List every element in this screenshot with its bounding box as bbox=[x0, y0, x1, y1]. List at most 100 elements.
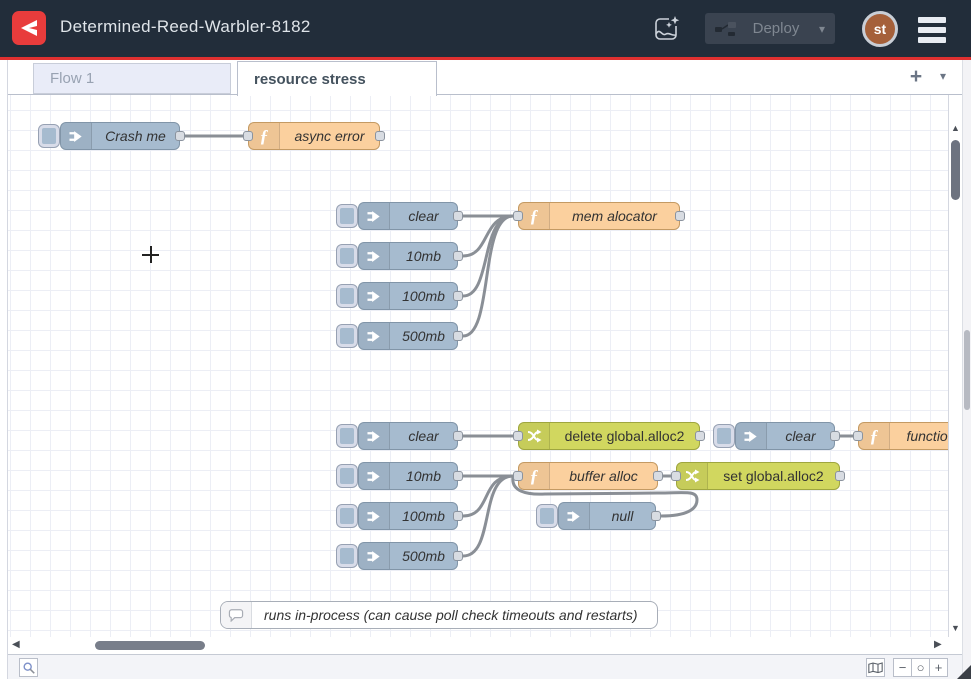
browser-scrollbar[interactable] bbox=[962, 60, 971, 679]
function-icon: ƒ bbox=[249, 123, 280, 149]
scroll-left-icon[interactable]: ◀ bbox=[12, 639, 20, 650]
input-port[interactable] bbox=[671, 471, 681, 481]
node-change-set-global-alloc2[interactable]: set global.alloc2 bbox=[676, 462, 840, 490]
node-label: mem alocator bbox=[550, 203, 679, 229]
zoom-out-button[interactable]: − bbox=[893, 658, 912, 677]
node-inject-clear[interactable]: clear bbox=[358, 422, 458, 450]
node-label: set global.alloc2 bbox=[708, 463, 839, 489]
comment-label: runs in-process (can cause poll check ti… bbox=[252, 602, 650, 628]
tab-resource-stress[interactable]: resource stress bbox=[237, 61, 437, 96]
input-port[interactable] bbox=[513, 431, 523, 441]
node-label: clear bbox=[390, 423, 457, 449]
flowfuse-logo[interactable] bbox=[12, 11, 46, 45]
browser-scroll-thumb[interactable] bbox=[964, 330, 970, 410]
zoom-reset-button[interactable]: ○ bbox=[911, 658, 930, 677]
function-icon: ƒ bbox=[519, 463, 550, 489]
output-port[interactable] bbox=[675, 211, 685, 221]
output-port[interactable] bbox=[453, 211, 463, 221]
deploy-button[interactable]: Deploy ▾ bbox=[705, 13, 835, 44]
node-label: 100mb bbox=[390, 283, 457, 309]
node-label: 10mb bbox=[390, 243, 457, 269]
node-inject-500mb[interactable]: 500mb bbox=[358, 322, 458, 350]
deploy-label: Deploy bbox=[737, 20, 815, 37]
node-change-delete-global-alloc2[interactable]: delete global.alloc2 bbox=[518, 422, 700, 450]
output-port[interactable] bbox=[695, 431, 705, 441]
node-function-mem-alocator[interactable]: ƒ mem alocator bbox=[518, 202, 680, 230]
search-button[interactable] bbox=[19, 658, 38, 677]
output-port[interactable] bbox=[453, 291, 463, 301]
zoom-in-button[interactable]: + bbox=[929, 658, 948, 677]
user-avatar[interactable]: st bbox=[862, 11, 898, 47]
inject-trigger-button[interactable] bbox=[337, 205, 357, 227]
inject-trigger-button[interactable] bbox=[337, 245, 357, 267]
output-port[interactable] bbox=[453, 431, 463, 441]
node-inject-100mb[interactable]: 100mb bbox=[358, 502, 458, 530]
node-function-clipped[interactable]: ƒ function bbox=[858, 422, 948, 450]
deploy-nodes-icon bbox=[715, 21, 737, 37]
scroll-down-icon[interactable]: ▼ bbox=[949, 623, 962, 633]
tab-flow-1[interactable]: Flow 1 bbox=[33, 63, 231, 94]
main-menu-icon[interactable] bbox=[918, 17, 946, 47]
ai-assistant-icon[interactable] bbox=[650, 13, 682, 45]
node-inject-clear[interactable]: clear bbox=[735, 422, 835, 450]
node-inject-null[interactable]: null bbox=[558, 502, 656, 530]
search-icon bbox=[22, 661, 36, 675]
output-port[interactable] bbox=[835, 471, 845, 481]
left-edge-strip bbox=[0, 60, 8, 679]
output-port[interactable] bbox=[653, 471, 663, 481]
node-inject-crash-me[interactable]: Crash me bbox=[60, 122, 180, 150]
scroll-up-icon[interactable]: ▲ bbox=[949, 123, 962, 133]
input-port[interactable] bbox=[513, 211, 523, 221]
node-label: Crash me bbox=[92, 123, 179, 149]
output-port[interactable] bbox=[453, 471, 463, 481]
output-port[interactable] bbox=[651, 511, 661, 521]
output-port[interactable] bbox=[453, 251, 463, 261]
node-inject-10mb[interactable]: 10mb bbox=[358, 242, 458, 270]
inject-trigger-button[interactable] bbox=[337, 545, 357, 567]
workspace-canvas[interactable]: Crash me ƒ async error clear 10mb 100mb … bbox=[8, 95, 948, 637]
output-port[interactable] bbox=[453, 511, 463, 521]
deploy-caret-icon[interactable]: ▾ bbox=[819, 22, 825, 36]
change-icon bbox=[519, 423, 550, 449]
node-label: 500mb bbox=[390, 323, 457, 349]
input-port[interactable] bbox=[853, 431, 863, 441]
node-label: buffer alloc bbox=[550, 463, 657, 489]
inject-trigger-button[interactable] bbox=[537, 505, 557, 527]
inject-trigger-button[interactable] bbox=[337, 505, 357, 527]
inject-icon bbox=[359, 243, 390, 269]
node-inject-500mb[interactable]: 500mb bbox=[358, 542, 458, 570]
vertical-scrollbar[interactable]: ▲ ▼ bbox=[948, 95, 962, 637]
comment-bubble-icon bbox=[221, 602, 252, 628]
output-port[interactable] bbox=[453, 331, 463, 341]
scroll-right-icon[interactable]: ▶ bbox=[934, 639, 942, 650]
footer-toolbar: − ○ + bbox=[8, 654, 962, 679]
cursor-crosshair bbox=[142, 246, 159, 263]
inject-trigger-button[interactable] bbox=[337, 465, 357, 487]
resize-corner bbox=[957, 665, 971, 679]
output-port[interactable] bbox=[375, 131, 385, 141]
input-port[interactable] bbox=[243, 131, 253, 141]
node-function-async-error[interactable]: ƒ async error bbox=[248, 122, 380, 150]
output-port[interactable] bbox=[453, 551, 463, 561]
node-inject-10mb[interactable]: 10mb bbox=[358, 462, 458, 490]
horizontal-scroll-thumb[interactable] bbox=[95, 641, 205, 650]
inject-trigger-button[interactable] bbox=[337, 425, 357, 447]
node-label: 500mb bbox=[390, 543, 457, 569]
node-function-buffer-alloc[interactable]: ƒ buffer alloc bbox=[518, 462, 658, 490]
node-inject-clear[interactable]: clear bbox=[358, 202, 458, 230]
output-port[interactable] bbox=[830, 431, 840, 441]
inject-trigger-button[interactable] bbox=[337, 285, 357, 307]
horizontal-scrollbar[interactable]: ◀ ▶ bbox=[8, 637, 948, 654]
add-flow-button[interactable]: + bbox=[905, 66, 927, 88]
inject-trigger-button[interactable] bbox=[337, 325, 357, 347]
navigator-toggle-button[interactable] bbox=[866, 658, 885, 677]
flow-list-caret-icon[interactable]: ▾ bbox=[940, 69, 946, 83]
node-inject-100mb[interactable]: 100mb bbox=[358, 282, 458, 310]
input-port[interactable] bbox=[513, 471, 523, 481]
vertical-scroll-thumb[interactable] bbox=[951, 140, 960, 200]
inject-icon bbox=[359, 423, 390, 449]
inject-trigger-button[interactable] bbox=[39, 125, 59, 147]
output-port[interactable] bbox=[175, 131, 185, 141]
inject-trigger-button[interactable] bbox=[714, 425, 734, 447]
node-comment[interactable]: runs in-process (can cause poll check ti… bbox=[220, 601, 658, 629]
